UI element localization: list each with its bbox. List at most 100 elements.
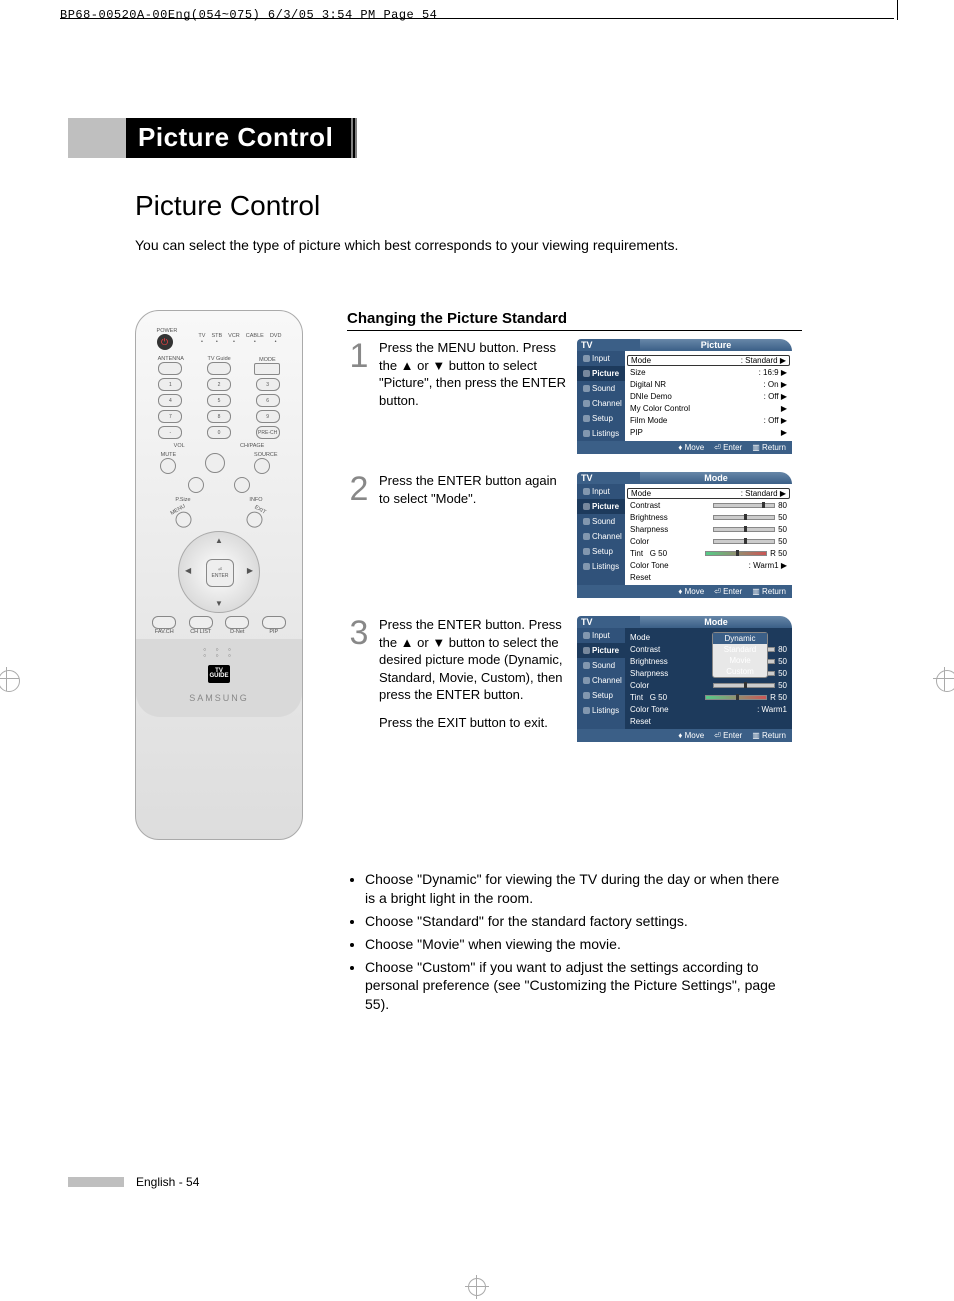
osd-tv-label: TV (577, 472, 640, 484)
tvguide-label: TV Guide (207, 356, 231, 362)
listings-icon (583, 707, 590, 714)
num-4: 4 (158, 394, 182, 407)
antenna-button (158, 362, 182, 375)
osd1-film-value: : Off (764, 416, 779, 425)
psize-label: P.Size (175, 497, 190, 503)
power-button: ⏻ (157, 334, 173, 350)
nav-up-icon: ▲ (215, 536, 223, 545)
section-title: Picture Control (135, 190, 320, 222)
osd-screenshot-2: TVMode Input Picture Sound Channel Setup… (577, 472, 792, 598)
foot-move: Move (685, 443, 705, 452)
osd2-sidebar: Input Picture Sound Channel Setup Listin… (577, 484, 625, 585)
osd3-tone-value: : Warm1 (757, 705, 787, 714)
osd-side-picture: Picture (592, 502, 619, 511)
footer-bar (68, 1177, 124, 1187)
osd1-pip-label: PIP (630, 428, 643, 437)
num-9: 9 (256, 410, 280, 423)
osd2-tint-label: Tint (630, 549, 643, 558)
osd2-brightness-label: Brightness (630, 513, 668, 522)
subheading: Changing the Picture Standard (347, 310, 802, 331)
osd3-color-label: Color (630, 681, 649, 690)
osd-side-listings: Listings (592, 429, 619, 438)
sound-icon (583, 518, 590, 525)
arrow-right-icon: ▶ (781, 380, 787, 389)
osd-side-input: Input (592, 487, 610, 496)
osd2-main: Mode: Standard ▶ Contrast80 Brightness50… (625, 484, 792, 585)
osd-side-channel: Channel (592, 676, 622, 685)
num-8: 8 (207, 410, 231, 423)
remote-illustration-column: POWER ⏻ TV• STB• VCR• CABLE• DVD• ANTENN… (135, 310, 315, 840)
tvguide-logo: TVGUIDE (208, 665, 230, 683)
picture-icon (583, 503, 590, 510)
osd1-sidebar: Input Picture Sound Channel Setup Listin… (577, 351, 625, 441)
arrow-right-icon: ▶ (781, 368, 787, 377)
chapter-title: Picture Control (126, 118, 357, 158)
chpage-label: CH/PAGE (240, 443, 264, 449)
mute-label: MUTE (160, 452, 176, 458)
sound-icon (583, 385, 590, 392)
osd2-tint-red: R 50 (770, 549, 787, 558)
step-2-text: Press the ENTER button again to select "… (379, 472, 569, 598)
crop-mark-text: BP68-00520A-00Eng(054~075) 6/3/05 3:54 P… (60, 8, 437, 22)
foot-return: Return (762, 587, 786, 596)
step-1-text: Press the MENU button. Press the ▲ or ▼ … (379, 339, 569, 454)
osd3-mode-label: Mode (630, 633, 650, 642)
osd3-tint-label: Tint (630, 693, 643, 702)
num-2: 2 (207, 378, 231, 391)
osd3-footer: ♦ Move⏎ Enter▥ Return (577, 729, 792, 742)
osd2-tone-label: Color Tone (630, 561, 669, 570)
bullet-4: Choose "Custom" if you want to adjust th… (365, 958, 787, 1015)
setup-icon (583, 548, 590, 555)
osd3-tone-label: Color Tone (630, 705, 669, 714)
arrow-right-icon: ▶ (780, 356, 786, 365)
intro-text: You can select the type of picture which… (135, 237, 678, 253)
osd-side-channel: Channel (592, 532, 622, 541)
favch-label: FAV.CH (152, 629, 176, 635)
step-3: 3 Press the ENTER button. Press the ▲ or… (347, 616, 802, 742)
osd1-dnr-label: Digital NR (630, 380, 666, 389)
osd-side-listings: Listings (592, 706, 619, 715)
source-label: SOURCE (254, 452, 278, 458)
arrow-right-icon: ▶ (781, 428, 787, 437)
osd3-brightness-label: Brightness (630, 657, 668, 666)
osd3-reset-label: Reset (630, 717, 651, 726)
reg-mark-left-icon (0, 670, 20, 692)
step-3-text: Press the ENTER button. Press the ▲ or ▼… (379, 616, 569, 742)
title-grey-block (68, 118, 126, 158)
remote-lower-section: ○ ○ ○ ○ ○ ○ TVGUIDE SAMSUNG (136, 639, 302, 717)
arrow-right-icon: ▶ (781, 404, 787, 413)
vol-label: VOL (174, 443, 185, 449)
footer-text: English - 54 (136, 1175, 199, 1189)
osd3-color-value: 50 (778, 681, 787, 690)
osd-side-channel: Channel (592, 399, 622, 408)
mode-button (254, 363, 280, 375)
chlist-label: CH LIST (189, 629, 213, 635)
tvguide-button (207, 362, 231, 375)
pip-button (262, 616, 286, 629)
osd1-dnie-value: : Off (764, 392, 779, 401)
foot-return: Return (762, 443, 786, 452)
osd-side-sound: Sound (592, 384, 615, 393)
bullet-2: Choose "Standard" for the standard facto… (365, 912, 787, 931)
osd-side-sound: Sound (592, 517, 615, 526)
step-2: 2 Press the ENTER button again to select… (347, 472, 802, 598)
channel-icon (583, 400, 590, 407)
nav-down-icon: ▼ (215, 599, 223, 608)
osd-screenshot-3: TVMode Input Picture Sound Channel Setup… (577, 616, 792, 742)
osd2-brightness-value: 50 (778, 513, 787, 522)
osd2-footer: ♦ Move⏎ Enter▥ Return (577, 585, 792, 598)
power-label: POWER (157, 328, 178, 334)
mode-label: MODE (254, 357, 280, 363)
osd-side-picture: Picture (592, 369, 619, 378)
osd2-tone-value: : Warm1 (749, 561, 779, 570)
osd3-sharpness-label: Sharpness (630, 669, 668, 678)
channel-icon (583, 533, 590, 540)
osd-side-input: Input (592, 354, 610, 363)
dnet-button (225, 616, 249, 629)
osd-tv-label: TV (577, 616, 640, 628)
osd-side-input: Input (592, 631, 610, 640)
osd-side-setup: Setup (592, 691, 613, 700)
osd1-title: Picture (640, 339, 792, 351)
vol-down-button (188, 477, 204, 493)
osd-side-listings: Listings (592, 562, 619, 571)
